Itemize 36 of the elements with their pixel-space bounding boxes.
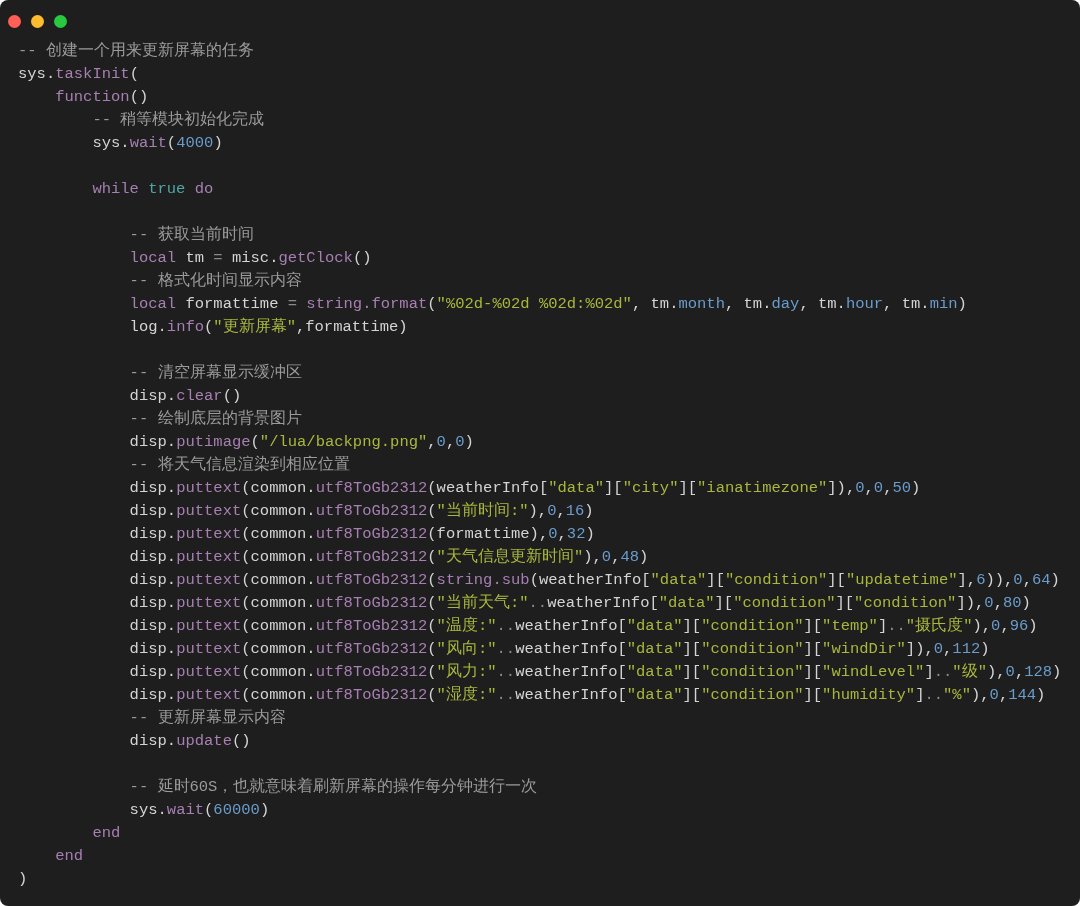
code-line: disp.puttext(common.utf8ToGb2312("温度:"..weatherInfo["data"]["condition"]["temp"].."摄氏度"),0,96) [129,615,1038,637]
code-comment: -- 稍等模块初始化完成 [92,109,265,131]
code-line: local tm = misc.getClock() [129,248,372,269]
code-line: disp.puttext(common.utf8ToGb2312(formattime),0,32) [129,524,595,545]
code-line: disp.puttext(common.utf8ToGb2312("湿度:"..weatherInfo["data"]["condition"]["humidity"].."%"),0,144) [129,684,1046,706]
code-line: sys.taskInit( [18,64,139,85]
code-line: end [92,823,121,844]
code-line: function() [55,87,149,108]
code-line: log.info("更新屏幕",formattime) [129,316,408,338]
code-line: local formattime = string.format("%02d-%02d %02d:%02d", tm.month, tm.day, tm.hour, tm.min) [129,294,967,315]
window-control-button[interactable] [54,14,67,28]
code-comment: -- 格式化时间显示内容 [129,270,302,292]
code-comment: -- 绘制底层的背景图片 [129,408,302,430]
code-comment: -- 清空屏幕显示缓冲区 [129,362,302,384]
code-line: disp.puttext(common.utf8ToGb2312("风力:"..weatherInfo["data"]["condition"]["windLevel"].."级"),0,128) [129,662,1062,683]
window-control-button[interactable] [8,14,21,28]
code-line: disp.update() [129,731,251,752]
code-comment: -- 获取当前时间 [129,224,254,246]
code-line: disp.putimage("/lua/backpng.png",0,0) [129,432,474,453]
code-line: sys.wait(60000) [129,800,270,821]
code-line: disp.puttext(common.utf8ToGb2312("当前天气:"..weatherInfo["data"]["condition"]["condition"]),0,80) [129,593,1031,614]
code-comment: -- 将天气信息渲染到相应位置 [129,454,350,476]
code-line: end [55,846,84,867]
code-comment: -- 创建一个用来更新屏幕的任务 [18,40,254,62]
code-line: ) [18,869,28,890]
code-line: disp.puttext(common.utf8ToGb2312(string.sub(weatherInfo["data"]["condition"]["updatetime"],6)),0,64) [129,570,1060,591]
code-comment: -- 延时60S，也就意味着刷新屏幕的操作每分钟进行一次 [129,776,538,798]
code-line: disp.clear() [129,386,242,407]
window-control-button[interactable] [31,14,44,28]
code-line: disp.puttext(common.utf8ToGb2312("风向:"..weatherInfo["data"]["condition"]["windDir"]),0,112) [129,639,990,660]
code-line: sys.wait(4000) [92,133,223,154]
code-line: disp.puttext(common.utf8ToGb2312("当前时间:"),0,16) [129,501,594,522]
code-line: while true do [92,179,214,200]
code-line: disp.puttext(common.utf8ToGb2312("天气信息更新时间"),0,48) [129,546,649,568]
code-comment: -- 更新屏幕显示内容 [129,707,286,729]
code-line: disp.puttext(common.utf8ToGb2312(weatherInfo["data"]["city"]["ianatimezone"]),0,0,50) [129,478,921,499]
